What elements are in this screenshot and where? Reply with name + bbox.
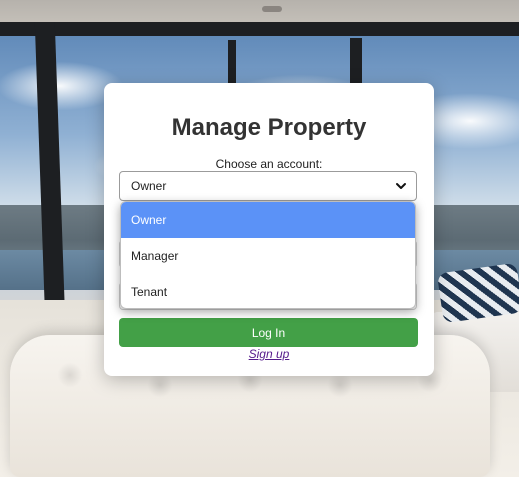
- patterned-pillow: [436, 262, 519, 324]
- signup-link-text[interactable]: Sign up: [249, 347, 290, 361]
- login-button[interactable]: Log In: [119, 318, 418, 347]
- ceiling-light: [262, 6, 282, 12]
- account-select[interactable]: Owner: [119, 171, 417, 201]
- account-dropdown-list: Owner Manager Tenant: [120, 201, 416, 309]
- option-owner[interactable]: Owner: [121, 202, 415, 238]
- option-manager[interactable]: Manager: [121, 238, 415, 274]
- window-frame-top: [0, 22, 519, 36]
- page-title: Manage Property: [171, 114, 367, 141]
- option-tenant[interactable]: Tenant: [121, 274, 415, 308]
- account-label: Choose an account:: [215, 157, 323, 171]
- chevron-down-icon: [396, 183, 406, 189]
- account-select-value: Owner: [131, 179, 167, 193]
- signup-link[interactable]: Sign up: [0, 347, 519, 361]
